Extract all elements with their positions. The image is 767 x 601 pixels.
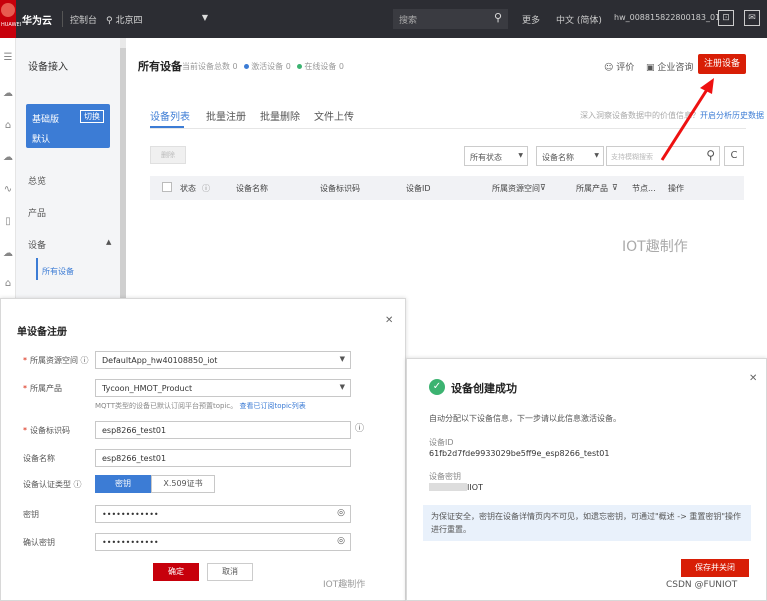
device-name-label: 设备名称 <box>23 454 55 463</box>
auth-secret-option[interactable]: 密钥 <box>95 475 151 493</box>
device-name-input[interactable]: esp8266_test01 <box>95 449 351 467</box>
device-id-value: 61fb2d7fde9933029be5ff9e_esp8266_test01 <box>429 449 610 458</box>
confirm-button[interactable]: 确定 <box>153 563 199 581</box>
dialog-description: 自动分配以下设备信息，下一步请以此信息激活设备。 <box>429 414 621 423</box>
help-icon: ⓘ <box>73 480 82 489</box>
help-icon[interactable]: ⓘ <box>355 421 364 434</box>
secret-redacted <box>429 483 467 491</box>
product-label: * 所属产品 <box>23 384 62 393</box>
success-check-icon: ✓ <box>429 379 445 395</box>
confirm-secret-input[interactable]: •••••••••••• ◎ <box>95 533 351 551</box>
help-icon: ⓘ <box>80 356 89 365</box>
save-and-close-button[interactable]: 保存并关闭 <box>681 559 749 577</box>
footer-watermark: CSDN @FUNIOT <box>666 580 738 590</box>
space-label: * 所属资源空间 ⓘ <box>23 356 89 365</box>
device-created-dialog: ✓ 设备创建成功 ✕ 自动分配以下设备信息，下一步请以此信息激活设备。 设备ID… <box>406 358 767 601</box>
secret-label: 密钥 <box>23 510 39 519</box>
identifier-input[interactable]: esp8266_test01 <box>95 421 351 439</box>
register-device-dialog: 单设备注册 ✕ * 所属资源空间 ⓘ DefaultApp_hw40108850_… <box>0 298 406 601</box>
dialog-title: 设备创建成功 <box>451 382 517 395</box>
topic-list-link[interactable]: 查看已订阅topic列表 <box>239 402 305 410</box>
close-icon[interactable]: ✕ <box>385 315 393 326</box>
eye-hidden-icon[interactable]: ◎ <box>337 536 345 546</box>
mqtt-hint: MQTT类型的设备已默认订阅平台预置topic。 查看已订阅topic列表 <box>95 402 306 410</box>
caret-down-icon: ▼ <box>339 383 345 391</box>
product-select[interactable]: Tycoon_HMOT_Product ▼ <box>95 379 351 397</box>
security-note: 为保证安全，密钥在设备详情页内不可见，如遗忘密钥，可通过"概述 -> 重置密钥"… <box>423 505 751 541</box>
identifier-label: * 设备标识码 <box>23 426 70 435</box>
dialog-title: 单设备注册 <box>17 327 67 338</box>
auth-type-label: 设备认证类型 ⓘ <box>23 480 82 489</box>
eye-hidden-icon[interactable]: ◎ <box>337 508 345 518</box>
close-icon[interactable]: ✕ <box>749 373 757 384</box>
device-secret-label: 设备密钥 <box>429 472 461 481</box>
device-id-label: 设备ID <box>429 438 454 447</box>
auth-x509-option[interactable]: X.509证书 <box>151 475 215 493</box>
resource-space-select[interactable]: DefaultApp_hw40108850_iot ▼ <box>95 351 351 369</box>
watermark: IOT趣制作 <box>323 580 366 590</box>
secret-input[interactable]: •••••••••••• ◎ <box>95 505 351 523</box>
caret-down-icon: ▼ <box>339 355 345 363</box>
confirm-secret-label: 确认密钥 <box>23 538 55 547</box>
cancel-button[interactable]: 取消 <box>207 563 253 581</box>
device-secret-value: IIOT <box>467 483 483 492</box>
